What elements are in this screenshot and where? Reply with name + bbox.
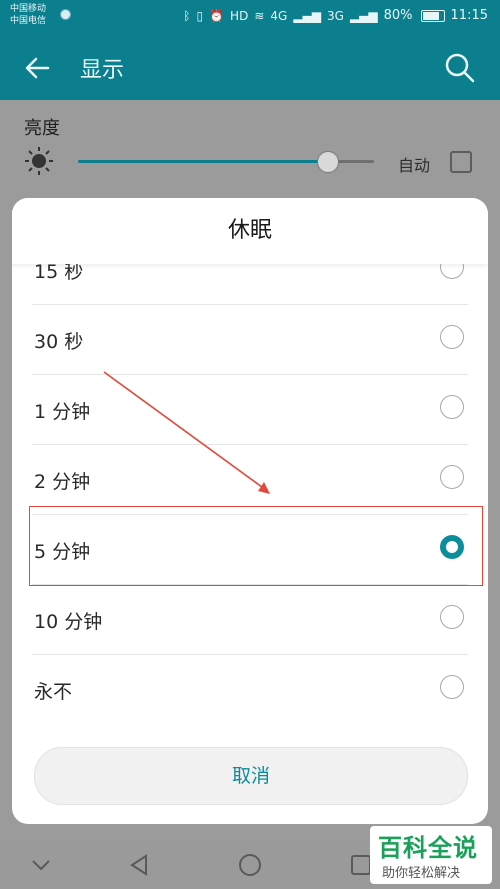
status-icons: ᛒ ▯ ⏰ HD ≋ 4G ▂▄▆ 3G ▂▄▆ 80% 11:15 xyxy=(183,8,488,23)
back-triangle-icon[interactable] xyxy=(126,852,152,878)
signal-icon-1: ▂▄▆ xyxy=(293,8,321,23)
dialog-title: 休眠 xyxy=(12,198,488,264)
option-2-minutes[interactable]: 2 分钟 xyxy=(32,444,468,515)
chevron-down-icon[interactable] xyxy=(28,852,54,878)
brightness-label: 亮度 xyxy=(24,118,60,139)
bluetooth-icon: ᛒ xyxy=(183,8,191,23)
option-5-minutes[interactable]: 5 分钟 xyxy=(32,514,468,585)
radio-icon[interactable] xyxy=(440,325,464,349)
brightness-slider-fill xyxy=(78,160,327,163)
app-bar: 显示 xyxy=(0,36,500,100)
hd-icon: HD xyxy=(230,8,249,23)
auto-brightness-checkbox[interactable] xyxy=(450,151,472,173)
arrow-left-icon[interactable] xyxy=(20,50,56,86)
battery-fill xyxy=(422,11,439,20)
signal-icon-2: ▂▄▆ xyxy=(349,8,378,23)
carrier-1: 中国移动 xyxy=(10,4,47,14)
battery-icon xyxy=(420,9,445,22)
alarm-icon: ⏰ xyxy=(209,8,225,23)
option-label: 2 分钟 xyxy=(34,471,91,493)
status-bar: 中国移动 中国电信 ᛒ ▯ ⏰ HD ≋ 4G ▂▄▆ 3G ▂▄▆ 80% 1… xyxy=(0,0,500,36)
home-circle-icon[interactable] xyxy=(237,852,263,878)
vibrate-icon: ▯ xyxy=(196,8,204,23)
search-icon[interactable] xyxy=(442,50,478,86)
radio-icon[interactable] xyxy=(440,675,464,699)
carrier-badge-icon xyxy=(60,9,71,20)
option-never[interactable]: 永不 xyxy=(32,654,468,724)
brightness-slider[interactable] xyxy=(78,151,374,173)
sleep-options-list: 15 秒 30 秒 1 分钟 2 分钟 5 分钟 10 分钟 永不 xyxy=(12,234,488,734)
option-label: 30 秒 xyxy=(34,331,84,353)
network-3g-icon: 3G xyxy=(327,8,344,23)
clock: 11:15 xyxy=(450,8,488,23)
wifi-icon: ≋ xyxy=(254,8,265,23)
radio-icon[interactable] xyxy=(440,465,464,489)
option-30-seconds[interactable]: 30 秒 xyxy=(32,304,468,375)
auto-brightness-label: 自动 xyxy=(398,156,431,175)
sleep-dialog: 休眠 15 秒 30 秒 1 分钟 2 分钟 5 分钟 10 分钟 永不 取消 xyxy=(12,198,488,824)
carrier-info: 中国移动 中国电信 xyxy=(10,3,46,27)
watermark-main-text: 百科全说 xyxy=(378,834,478,862)
cancel-button[interactable]: 取消 xyxy=(34,747,468,805)
radio-icon[interactable] xyxy=(440,535,464,559)
option-10-minutes[interactable]: 10 分钟 xyxy=(32,584,468,655)
battery-percent: 80% xyxy=(383,8,413,23)
radio-icon[interactable] xyxy=(440,395,464,419)
brightness-sun-icon xyxy=(25,147,53,175)
option-label: 1 分钟 xyxy=(34,401,91,423)
watermark-sub-text: 助你轻松解决 xyxy=(382,866,461,881)
watermark-logo: 百科全说 助你轻松解决 xyxy=(370,826,492,884)
page-title: 显示 xyxy=(80,58,125,83)
option-1-minute[interactable]: 1 分钟 xyxy=(32,374,468,445)
brightness-slider-thumb[interactable] xyxy=(316,151,339,173)
carrier-2: 中国电信 xyxy=(10,16,47,26)
option-label: 10 分钟 xyxy=(34,611,103,633)
option-label: 5 分钟 xyxy=(34,541,91,563)
radio-icon[interactable] xyxy=(440,605,464,629)
network-4g-icon: 4G xyxy=(270,8,288,23)
option-label: 永不 xyxy=(34,681,73,703)
